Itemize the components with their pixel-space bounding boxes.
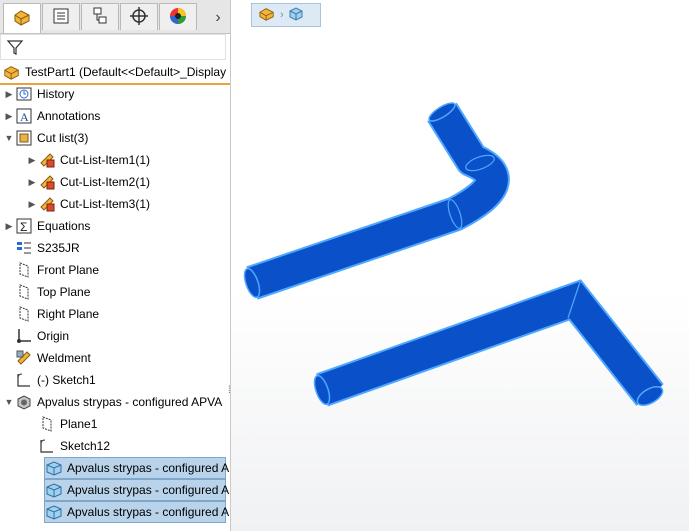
tree-node-label: Cut-List-Item2(1) [60, 175, 151, 189]
tree-node-label: Front Plane [37, 263, 100, 277]
tree-node[interactable]: ▼ Apvalus strypas - configured APVA [3, 391, 226, 413]
tree-node-label: Annotations [37, 109, 101, 123]
feature-manager-panel: › TestPart1 (Default<<Default>_Display ▶… [0, 0, 231, 531]
sketch-icon [38, 437, 56, 455]
plane-icon [15, 261, 33, 279]
tree-node[interactable]: S235JR [3, 237, 226, 259]
tree-node-label: Cut list(3) [37, 131, 89, 145]
model-scene[interactable] [231, 0, 689, 531]
tree-node[interactable]: ▶ History [3, 83, 226, 105]
material-icon [15, 239, 33, 257]
display-manager-icon [168, 6, 188, 29]
svg-text:Σ: Σ [20, 220, 27, 234]
tree-node[interactable]: Apvalus strypas - configured A [44, 479, 230, 501]
feature-manager-icon [12, 7, 32, 30]
tree-node[interactable]: (-) Sketch1 [3, 369, 226, 391]
equations-icon: Σ [15, 217, 33, 235]
tree-node[interactable]: ▶ A Annotations [3, 105, 226, 127]
tree-node-label: History [37, 87, 75, 101]
tree-node[interactable]: ▶ Σ Equations [3, 215, 226, 237]
filter-bar[interactable] [0, 34, 226, 60]
tree-node[interactable]: Front Plane [3, 259, 226, 281]
sketch-icon [15, 371, 33, 389]
tab-feature-manager[interactable] [3, 3, 41, 33]
tree-node-label: Weldment [37, 351, 91, 365]
tree-node-label: Right Plane [37, 307, 100, 321]
tree-node-label: S235JR [37, 241, 80, 255]
collapse-arrow-icon[interactable]: ▼ [3, 397, 15, 407]
tab-configuration-manager[interactable] [81, 3, 119, 30]
filter-icon[interactable] [6, 38, 24, 59]
tree-node-label: Apvalus strypas - configured APVA [37, 395, 223, 409]
tree-node-label: Origin [37, 329, 70, 343]
part-icon [3, 63, 21, 81]
tab-dimxpert-manager[interactable] [120, 3, 158, 30]
plane-icon [38, 415, 56, 433]
tree-node[interactable]: Sketch12 [26, 435, 226, 457]
cut-list-item-icon [38, 151, 56, 169]
tab-display-manager[interactable] [159, 3, 197, 30]
expand-arrow-icon[interactable]: ▶ [3, 221, 15, 232]
manager-tab-bar: › [0, 0, 230, 34]
weldment-icon [15, 349, 33, 367]
cut-list-item-icon [38, 173, 56, 191]
expand-arrow-icon[interactable]: ▶ [3, 89, 15, 100]
solid-body-icon [45, 459, 63, 477]
dimxpert-manager-icon [129, 6, 149, 29]
angled-tube-body[interactable] [311, 279, 665, 409]
history-icon [15, 85, 33, 103]
configuration-manager-icon [90, 6, 110, 29]
annotations-icon: A [15, 107, 33, 125]
tree-node[interactable]: Apvalus strypas - configured A [44, 457, 230, 479]
tree-node-label: Apvalus strypas - configured A [67, 461, 230, 475]
property-manager-icon [51, 6, 71, 29]
cut-list-icon [15, 129, 33, 147]
tree-node[interactable]: Top Plane [3, 281, 226, 303]
root-part-node[interactable]: TestPart1 (Default<<Default>_Display [0, 61, 230, 85]
tree-node-label: Apvalus strypas - configured A [67, 505, 230, 519]
structural-member-icon [15, 393, 33, 411]
tree-node[interactable]: ▶ Cut-List-Item3(1) [26, 193, 226, 215]
tree-node-label: Top Plane [37, 285, 91, 299]
tree-node[interactable]: ▼ Cut list(3) [3, 127, 226, 149]
expand-arrow-icon[interactable]: ▶ [26, 155, 38, 166]
root-part-label: TestPart1 (Default<<Default>_Display [25, 65, 227, 79]
plane-icon [15, 305, 33, 323]
tree-node[interactable]: Weldment [3, 347, 226, 369]
tree-node-label: (-) Sketch1 [37, 373, 96, 387]
solid-body-icon [45, 481, 63, 499]
tree-node[interactable]: Apvalus strypas - configured A [44, 501, 230, 523]
tree-node-label: Sketch12 [60, 439, 111, 453]
tab-scroll-right-button[interactable]: › [208, 8, 228, 28]
collapse-arrow-icon[interactable]: ▼ [3, 133, 15, 143]
solid-body-icon [45, 503, 63, 521]
expand-arrow-icon[interactable]: ▶ [3, 111, 15, 122]
origin-icon [15, 327, 33, 345]
svg-text:A: A [20, 110, 29, 124]
expand-arrow-icon[interactable]: ▶ [26, 177, 38, 188]
tree-node-label: Plane1 [60, 417, 98, 431]
tree-node-label: Apvalus strypas - configured A [67, 483, 230, 497]
tree-node[interactable]: Plane1 [26, 413, 226, 435]
bent-tube-body[interactable] [241, 100, 510, 300]
tab-property-manager[interactable] [42, 3, 80, 30]
tree-node[interactable]: ▶ Cut-List-Item2(1) [26, 171, 226, 193]
tree-node-label: Equations [37, 219, 91, 233]
cut-list-item-icon [38, 195, 56, 213]
tree-node-label: Cut-List-Item1(1) [60, 153, 151, 167]
plane-icon [15, 283, 33, 301]
tree-node[interactable]: Right Plane [3, 303, 226, 325]
tree-node[interactable]: Origin [3, 325, 226, 347]
expand-arrow-icon[interactable]: ▶ [26, 199, 38, 210]
tree-node-label: Cut-List-Item3(1) [60, 197, 151, 211]
tree-node[interactable]: ▶ Cut-List-Item1(1) [26, 149, 226, 171]
